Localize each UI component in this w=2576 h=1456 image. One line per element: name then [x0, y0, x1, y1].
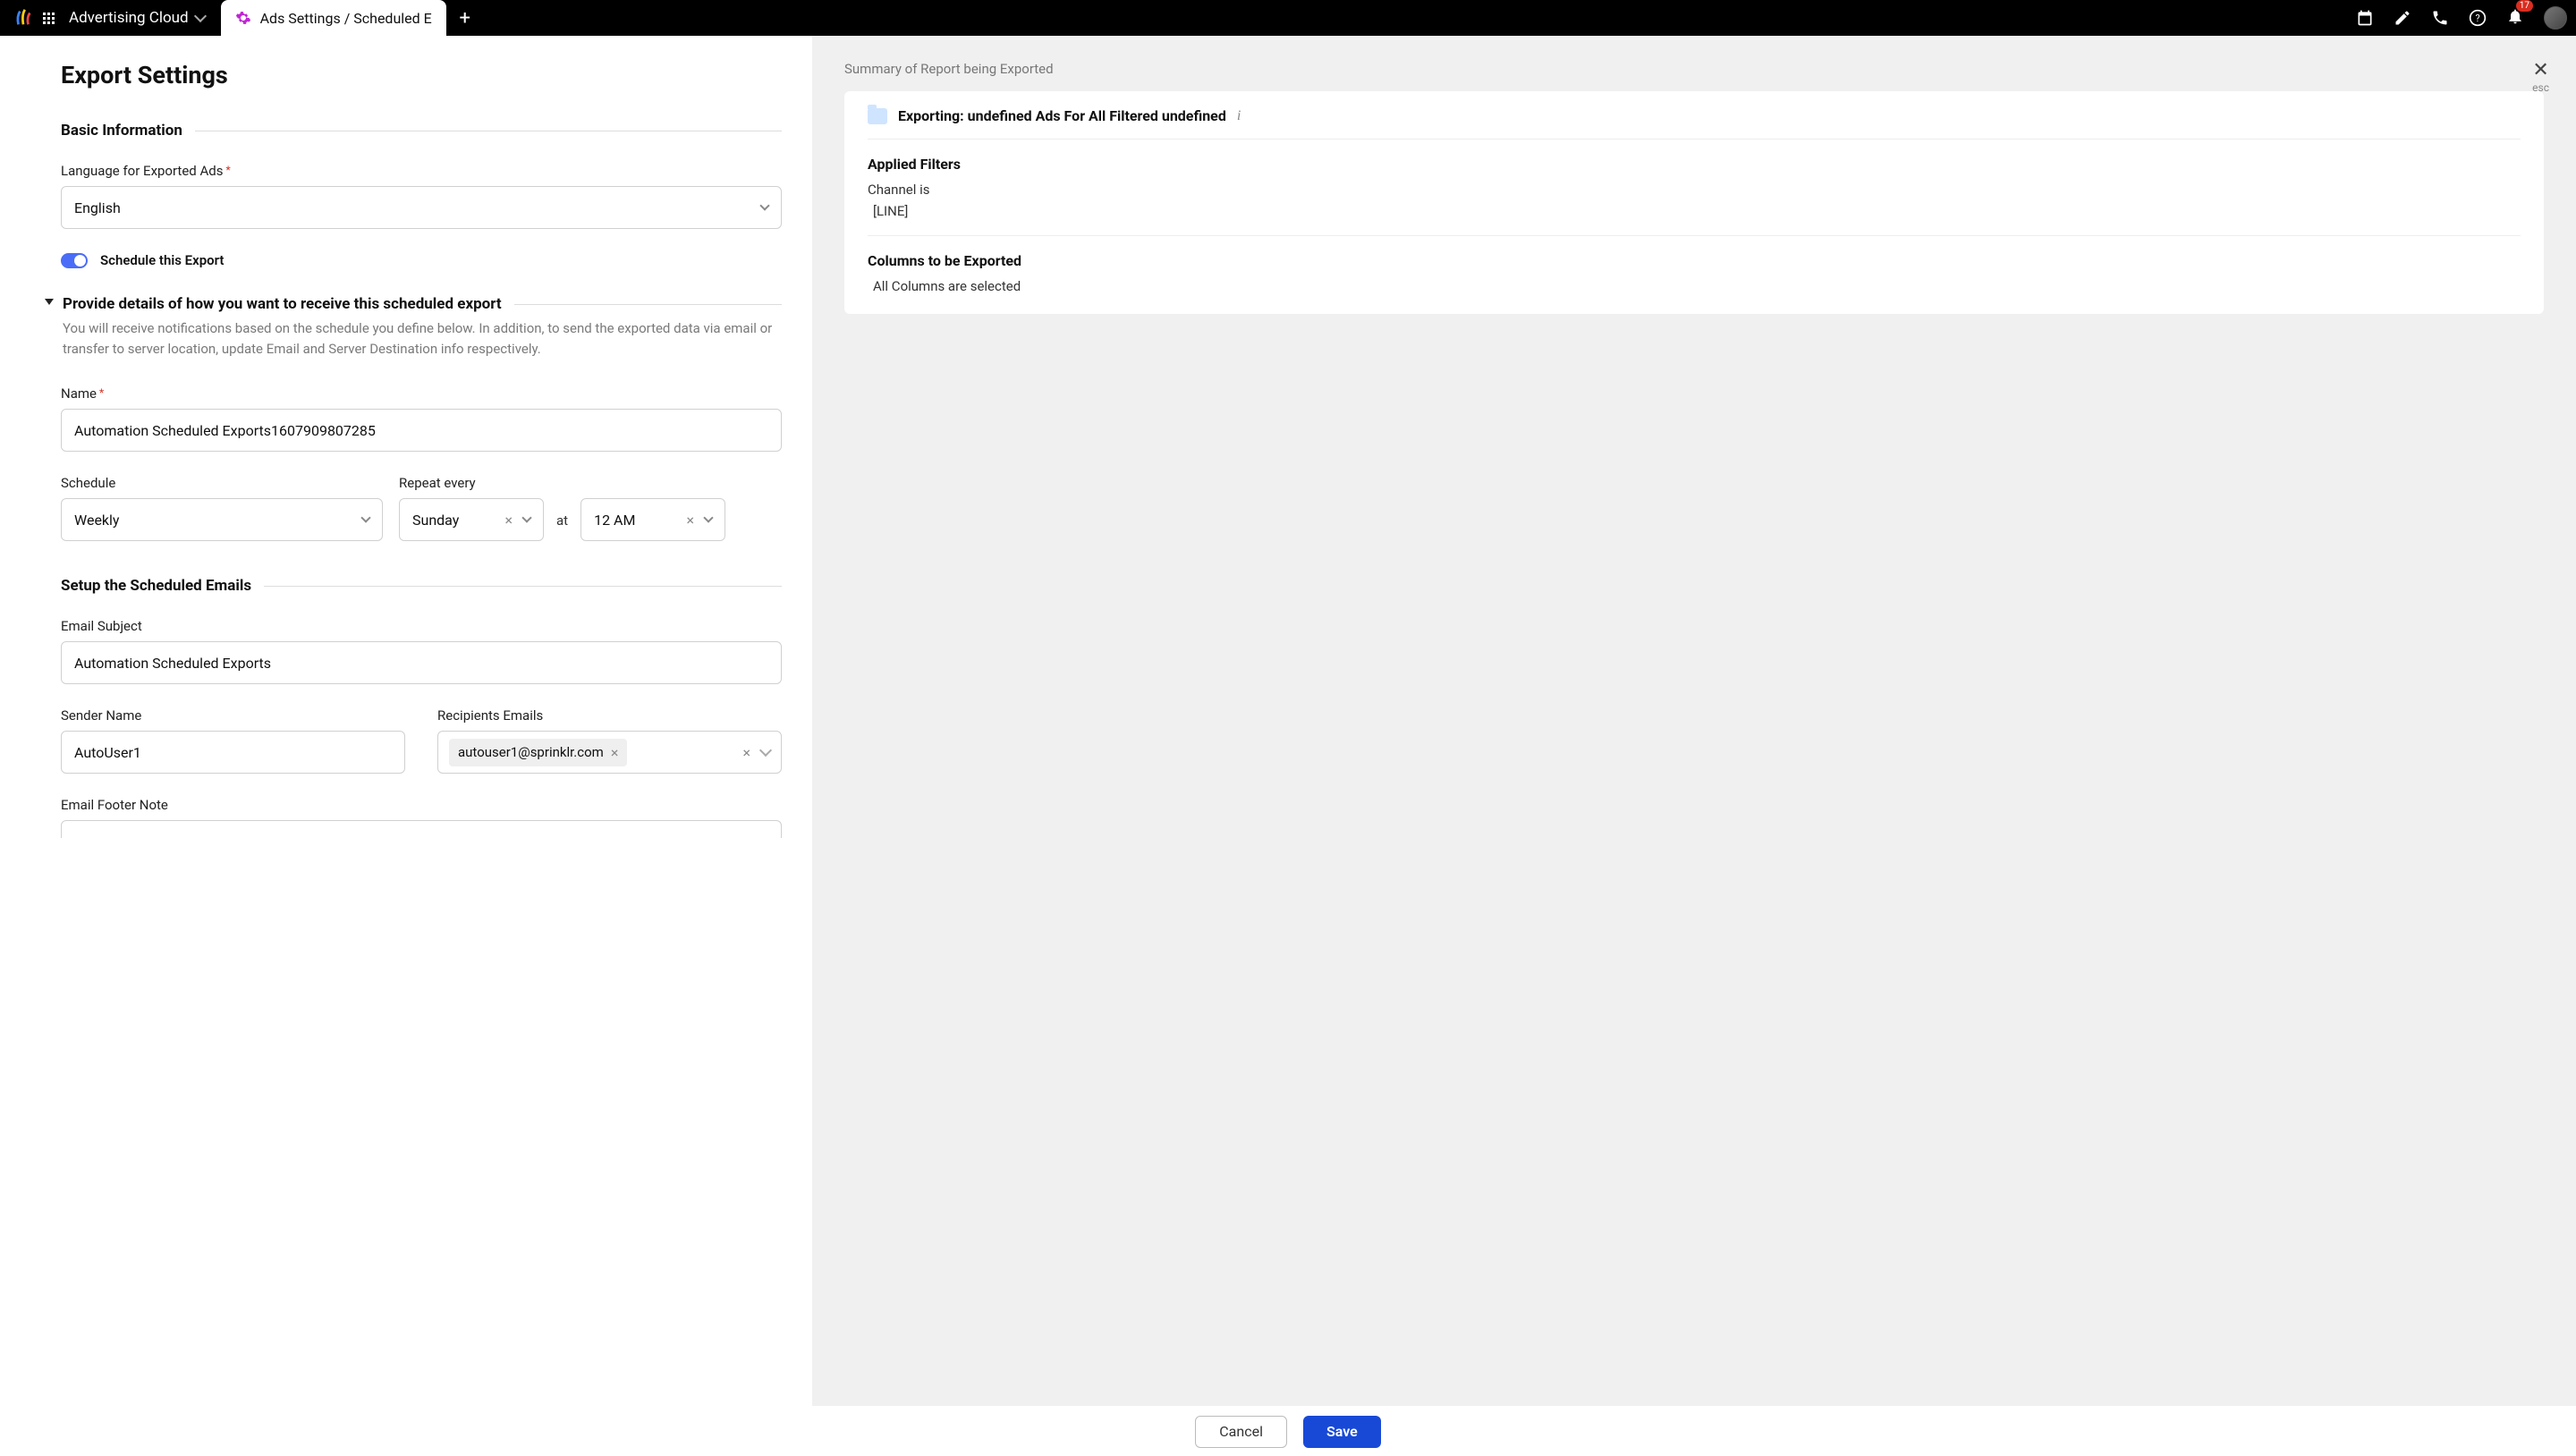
repeat-time-select[interactable]: 12 AM ×: [580, 498, 725, 541]
columns-title: Columns to be Exported: [868, 252, 2521, 269]
filter-key: Channel is: [868, 182, 2521, 198]
form-panel: Export Settings Basic Information Langua…: [0, 36, 812, 1406]
page-title: Export Settings: [61, 61, 782, 89]
email-footer-input[interactable]: [61, 820, 782, 838]
recipients-label: Recipients Emails: [437, 707, 782, 724]
chevron-down-icon: [521, 512, 531, 522]
schedule-toggle-label: Schedule this Export: [100, 252, 224, 268]
svg-text:?: ?: [2476, 13, 2480, 24]
avatar[interactable]: [2544, 6, 2567, 30]
topbar-actions: 14 ? 17: [2356, 6, 2567, 30]
schedule-export-toggle[interactable]: [61, 253, 88, 268]
chevron-down-icon: [759, 744, 772, 757]
email-subject-input[interactable]: [61, 641, 782, 684]
chevron-down-icon: [360, 512, 370, 522]
section-basic-info: Basic Information: [61, 122, 782, 140]
recipient-chip: autouser1@sprinklr.com ×: [449, 739, 627, 766]
folder-icon: [868, 108, 887, 124]
at-label: at: [556, 512, 568, 541]
summary-panel: Summary of Report being Exported ✕ esc E…: [812, 36, 2576, 1406]
language-label: Language for Exported Ads: [61, 163, 782, 179]
schedule-label: Schedule: [61, 475, 383, 491]
main-layout: Export Settings Basic Information Langua…: [0, 36, 2576, 1406]
name-input[interactable]: [61, 409, 782, 452]
tab-active[interactable]: Ads Settings / Scheduled E: [221, 0, 446, 36]
svg-text:14: 14: [2361, 17, 2369, 25]
sender-name-label: Sender Name: [61, 707, 405, 724]
filter-value: [LINE]: [868, 203, 2521, 219]
recipients-select[interactable]: autouser1@sprinklr.com × ×: [437, 731, 782, 774]
chevron-down-icon: [759, 200, 769, 210]
language-select[interactable]: English: [61, 186, 782, 229]
caret-down-icon: [45, 299, 54, 305]
add-tab-button[interactable]: +: [448, 0, 482, 36]
email-subject-label: Email Subject: [61, 618, 782, 634]
clear-icon[interactable]: ×: [504, 512, 513, 529]
esc-label: esc: [2532, 81, 2549, 94]
cancel-button[interactable]: Cancel: [1195, 1416, 1287, 1448]
remove-chip-icon[interactable]: ×: [611, 744, 619, 761]
details-section-header[interactable]: Provide details of how you want to recei…: [45, 295, 782, 359]
schedule-select[interactable]: Weekly: [61, 498, 383, 541]
repeat-label: Repeat every: [399, 475, 725, 491]
summary-card: Exporting: undefined Ads For All Filtere…: [844, 91, 2544, 314]
email-footer-label: Email Footer Note: [61, 797, 782, 813]
tab-label: Ads Settings / Scheduled E: [260, 10, 432, 27]
name-label: Name: [61, 385, 782, 402]
summary-title: Summary of Report being Exported: [844, 61, 2544, 77]
save-button[interactable]: Save: [1303, 1416, 1381, 1448]
chevron-down-icon: [703, 512, 713, 522]
section-scheduled-emails: Setup the Scheduled Emails: [61, 577, 782, 595]
columns-value: All Columns are selected: [868, 278, 2521, 294]
gear-icon: [235, 10, 251, 26]
clear-icon[interactable]: ×: [687, 512, 695, 529]
phone-icon[interactable]: [2431, 9, 2449, 27]
close-button[interactable]: ✕ esc: [2532, 59, 2549, 94]
brand-logo-icon[interactable]: [9, 8, 38, 28]
exporting-title: Exporting: undefined Ads For All Filtere…: [898, 107, 1226, 124]
notifications-button[interactable]: 17: [2506, 7, 2524, 30]
calendar-icon[interactable]: 14: [2356, 9, 2374, 27]
app-switcher[interactable]: Advertising Cloud: [69, 9, 221, 27]
pencil-icon[interactable]: [2394, 9, 2411, 27]
footer-bar: Cancel Save: [0, 1406, 2576, 1456]
info-icon[interactable]: i: [1237, 108, 1241, 124]
apps-grid-icon[interactable]: [43, 13, 55, 24]
clear-icon[interactable]: ×: [742, 744, 750, 761]
repeat-day-select[interactable]: Sunday ×: [399, 498, 544, 541]
chevron-down-icon: [194, 10, 207, 22]
details-help-text: You will receive notifications based on …: [63, 318, 782, 359]
top-bar: Advertising Cloud Ads Settings / Schedul…: [0, 0, 2576, 36]
notification-badge: 17: [2516, 0, 2533, 12]
app-name: Advertising Cloud: [69, 9, 189, 27]
applied-filters-title: Applied Filters: [868, 156, 2521, 173]
sender-name-input[interactable]: [61, 731, 405, 774]
close-icon: ✕: [2532, 59, 2549, 81]
help-icon[interactable]: ?: [2469, 9, 2487, 27]
